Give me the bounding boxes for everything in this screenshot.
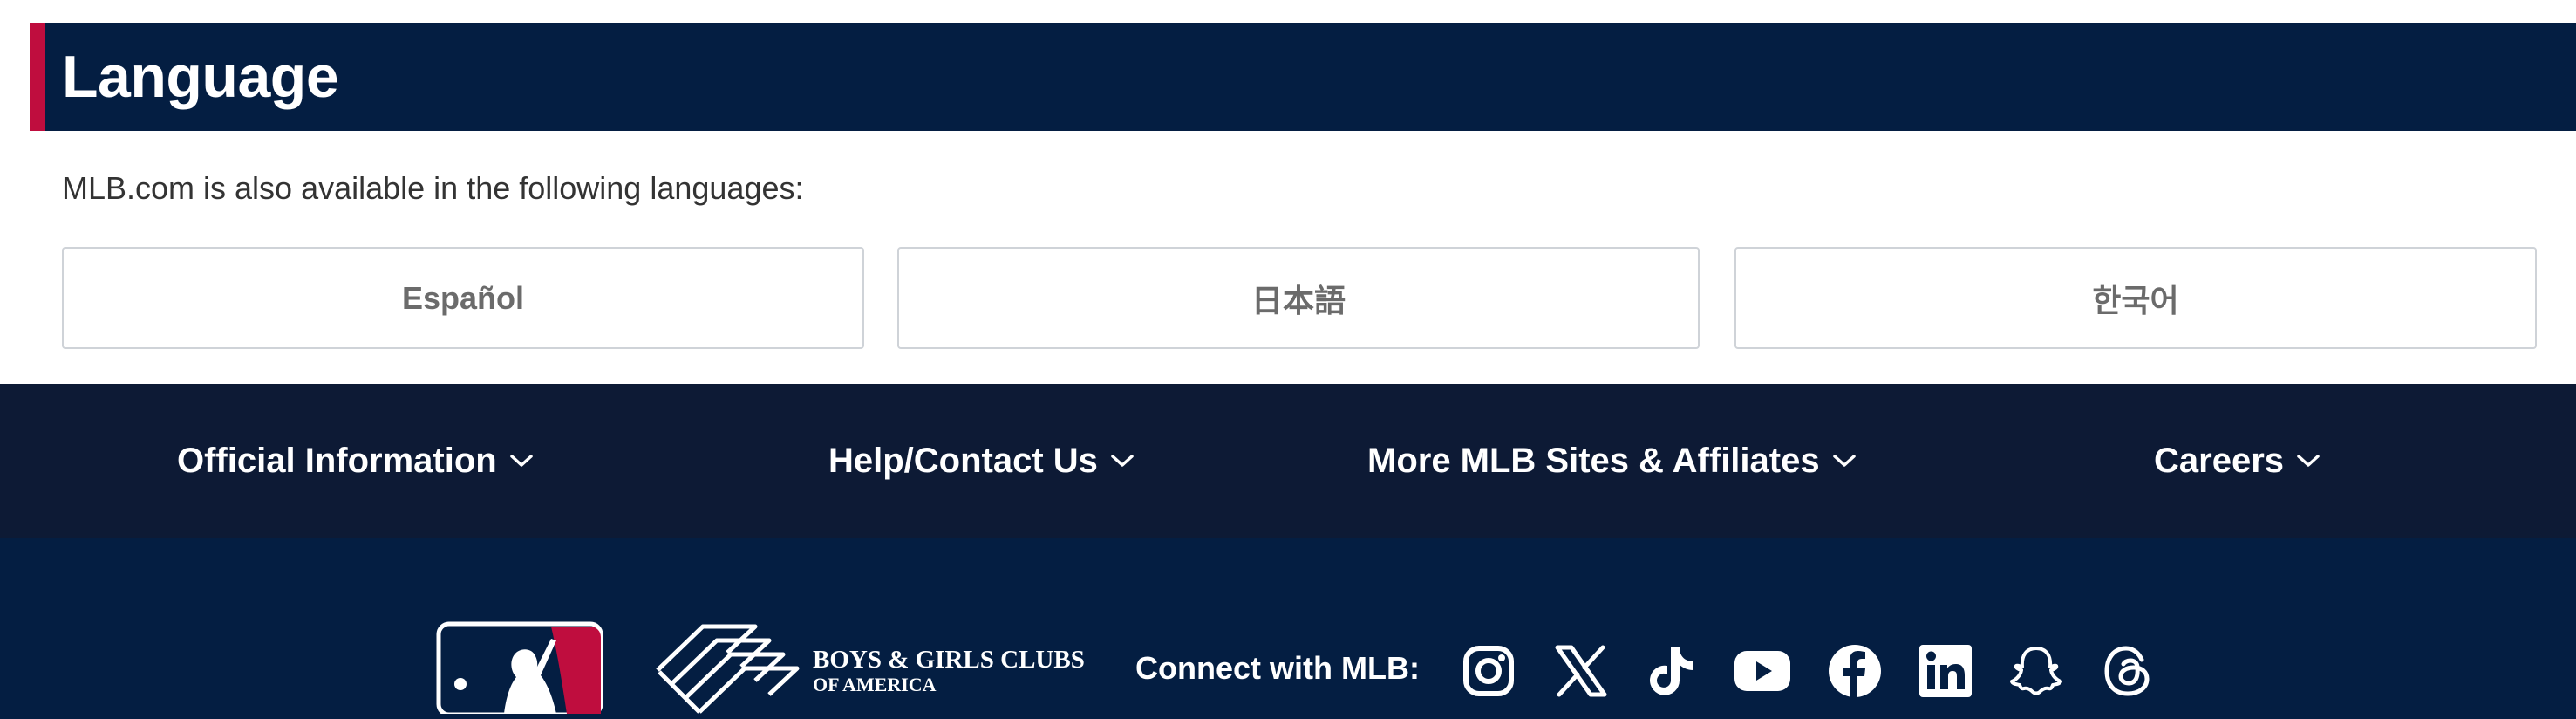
boys-girls-clubs-text: BOYS & GIRLS CLUBS OF AMERICA xyxy=(813,646,1085,696)
language-header: Language xyxy=(30,23,2576,131)
youtube-icon[interactable] xyxy=(1734,642,1791,700)
snapchat-icon[interactable] xyxy=(2007,642,2065,700)
header-accent-bar xyxy=(30,23,45,131)
threads-icon[interactable] xyxy=(2100,642,2157,700)
mlb-logo[interactable] xyxy=(436,621,603,717)
language-button-japanese[interactable]: 日本語 xyxy=(897,247,1700,349)
chevron-down-icon xyxy=(2297,455,2320,467)
footer-nav-label: Official Information xyxy=(177,441,497,480)
footer-nav-careers[interactable]: Careers xyxy=(2154,384,2320,538)
boys-girls-clubs-logo[interactable] xyxy=(652,621,809,714)
footer-nav-label: More MLB Sites & Affiliates xyxy=(1367,441,1820,480)
bgc-line2: OF AMERICA xyxy=(813,674,937,695)
x-icon[interactable] xyxy=(1552,642,1610,700)
footer-nav-more-mlb-sites[interactable]: More MLB Sites & Affiliates xyxy=(1367,384,1857,538)
tiktok-icon[interactable] xyxy=(1643,642,1700,700)
connect-label: Connect with MLB: xyxy=(1135,650,1420,686)
language-options: Español 日本語 한국어 xyxy=(62,247,2537,349)
footer-nav-label: Help/Contact Us xyxy=(828,441,1098,480)
instagram-icon[interactable] xyxy=(1460,642,1517,700)
language-button-korean[interactable]: 한국어 xyxy=(1734,247,2537,349)
footer-nav-help-contact[interactable]: Help/Contact Us xyxy=(828,384,1135,538)
chevron-down-icon xyxy=(509,455,533,467)
chevron-down-icon xyxy=(1832,455,1856,467)
footer-nav-label: Careers xyxy=(2154,441,2285,480)
footer-nav-official-information[interactable]: Official Information xyxy=(177,384,534,538)
bgc-line1: BOYS & GIRLS CLUBS xyxy=(813,646,1085,674)
footer-nav: Official Information Help/Contact Us Mor… xyxy=(0,384,2576,538)
footer-bottom: BOYS & GIRLS CLUBS OF AMERICA Connect wi… xyxy=(0,538,2576,719)
language-title: Language xyxy=(62,44,339,110)
language-button-espanol[interactable]: Español xyxy=(62,247,864,349)
linkedin-icon[interactable] xyxy=(1917,642,1974,700)
language-intro-text: MLB.com is also available in the followi… xyxy=(62,170,804,206)
chevron-down-icon xyxy=(1111,455,1134,467)
facebook-icon[interactable] xyxy=(1826,642,1884,700)
